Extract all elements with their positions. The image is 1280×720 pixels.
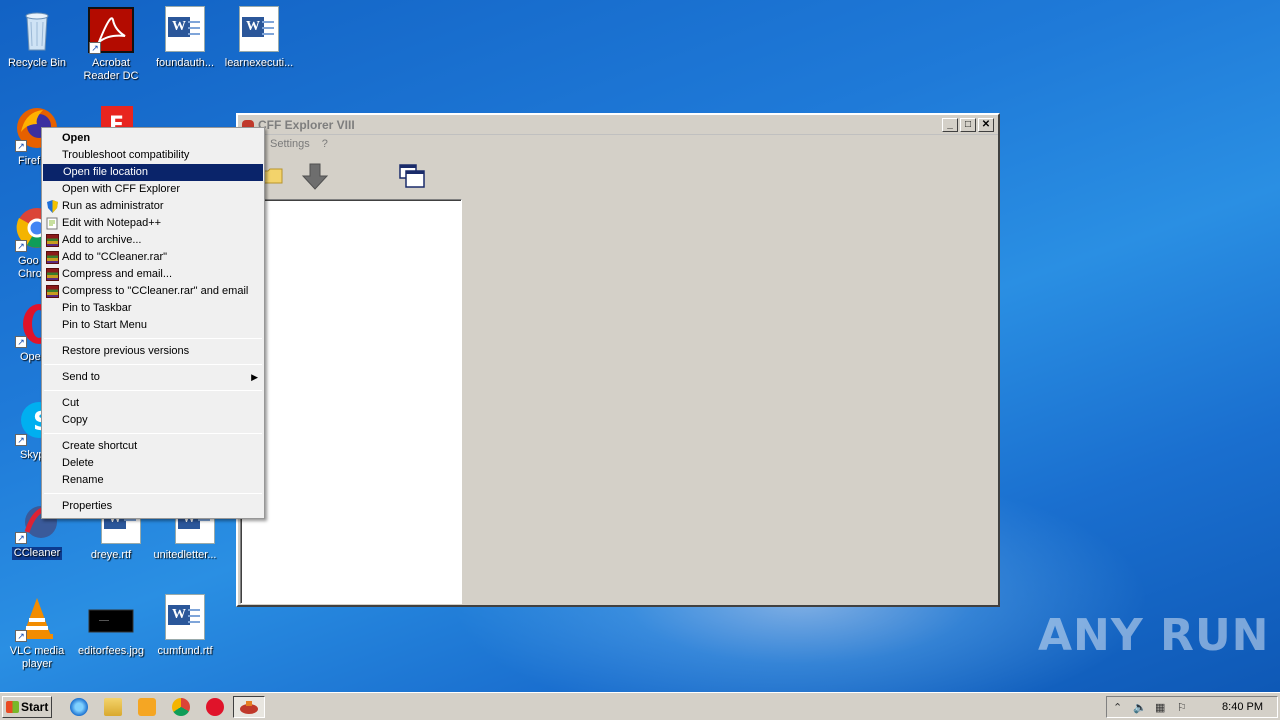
desktop-icon-acrobat[interactable]: ↗ Acrobat Reader DC	[74, 6, 148, 83]
winrar-icon	[46, 251, 59, 264]
media-player-icon[interactable]	[138, 698, 156, 716]
desktop-icon-label: editorfees.jpg	[77, 645, 145, 657]
cff-explorer-taskbar-button[interactable]	[233, 696, 265, 718]
windows-cascade-icon[interactable]	[398, 161, 428, 191]
shortcut-arrow-icon: ↗	[89, 42, 101, 54]
winrar-icon	[46, 285, 59, 298]
desktop-icon-label: dreye.rtf	[90, 549, 132, 561]
desktop-icon-label: cumfund.rtf	[157, 645, 213, 657]
shortcut-arrow-icon: ↗	[15, 434, 27, 446]
vlc-icon: ↗	[13, 594, 61, 642]
shortcut-arrow-icon: ↗	[15, 532, 27, 544]
menu-separator	[44, 493, 262, 494]
file-tree-pane[interactable]	[240, 199, 462, 604]
windows-flag-icon	[6, 701, 19, 713]
volume-icon[interactable]: 🔈	[1133, 701, 1147, 714]
menu-settings[interactable]: Settings	[270, 138, 310, 155]
shortcut-arrow-icon: ↗	[15, 140, 27, 152]
menu-item-open[interactable]: Open	[42, 130, 264, 147]
document-icon: W	[235, 6, 283, 54]
shortcut-arrow-icon: ↗	[15, 630, 27, 642]
network-icon[interactable]: ▦	[1155, 701, 1165, 714]
shortcut-arrow-icon: ↗	[15, 336, 27, 348]
menu-item-compress-and-email[interactable]: Compress and email...	[42, 266, 264, 283]
document-icon: W	[161, 594, 209, 642]
desktop-icon-label: Recycle Bin	[7, 57, 67, 69]
winrar-icon	[46, 234, 59, 247]
acrobat-icon: ↗	[87, 6, 135, 54]
menu-separator	[44, 338, 262, 339]
window-titlebar[interactable]: CFF Explorer VIII _ □ ✕	[238, 115, 998, 135]
clock[interactable]: 8:40 PM	[1222, 701, 1263, 713]
menu-item-pin-to-taskbar[interactable]: Pin to Taskbar	[42, 300, 264, 317]
toolbar	[238, 155, 998, 195]
desktop-icon-editorfees[interactable]: editorfees.jpg	[74, 594, 148, 658]
download-arrow-icon[interactable]	[300, 162, 330, 192]
menu-item-add-to-ccleaner-rar[interactable]: Add to "CCleaner.rar"	[42, 249, 264, 266]
menu-bar: Settings ?	[238, 135, 998, 155]
file-explorer-icon[interactable]	[104, 698, 122, 716]
taskbar: Start ⌃ 🔈 ▦ ⚐ 8:40 PM	[0, 692, 1280, 720]
menu-item-create-shortcut[interactable]: Create shortcut	[42, 438, 264, 455]
desktop-icon-recycle-bin[interactable]: Recycle Bin	[0, 6, 74, 70]
menu-item-cut[interactable]: Cut	[42, 395, 264, 412]
menu-item-open-with-cff-explorer[interactable]: Open with CFF Explorer	[42, 181, 264, 198]
desktop-icon-cumfund[interactable]: W cumfund.rtf	[148, 594, 222, 658]
desktop-icon-label: Acrobat Reader DC	[83, 57, 139, 82]
menu-item-pin-to-start-menu[interactable]: Pin to Start Menu	[42, 317, 264, 334]
menu-item-rename[interactable]: Rename	[42, 472, 264, 489]
menu-separator	[44, 364, 262, 365]
menu-item-compress-to-rar-and-email[interactable]: Compress to "CCleaner.rar" and email	[42, 283, 264, 300]
desktop-icon-label: foundauth...	[155, 57, 215, 69]
winrar-icon	[46, 268, 59, 281]
action-center-flag-icon[interactable]: ⚐	[1177, 701, 1187, 714]
menu-item-delete[interactable]: Delete	[42, 455, 264, 472]
cff-explorer-window[interactable]: CFF Explorer VIII _ □ ✕ Settings ?	[236, 113, 1000, 607]
image-file-icon	[87, 594, 135, 642]
menu-item-edit-with-notepad-plus-plus[interactable]: Edit with Notepad++	[42, 215, 264, 232]
desktop-icon-learnexecuti[interactable]: W learnexecuti...	[222, 6, 296, 70]
context-menu: Open Troubleshoot compatibility Open fil…	[41, 127, 265, 519]
menu-item-send-to[interactable]: Send to ▶	[42, 369, 264, 386]
cff-explorer-icon	[240, 701, 258, 714]
menu-separator	[44, 390, 262, 391]
anyrun-watermark: ANY RUN	[1038, 610, 1270, 661]
desktop-icon-label: VLC media player	[9, 645, 65, 670]
uac-shield-icon	[47, 200, 58, 213]
system-tray: ⌃ 🔈 ▦ ⚐ 8:40 PM	[1106, 696, 1278, 718]
menu-item-add-to-archive[interactable]: Add to archive...	[42, 232, 264, 249]
menu-item-open-file-location[interactable]: Open file location	[43, 164, 263, 181]
menu-item-run-as-administrator[interactable]: Run as administrator	[42, 198, 264, 215]
submenu-arrow-icon: ▶	[251, 372, 258, 382]
notepad-plus-plus-icon	[46, 217, 58, 230]
menu-help[interactable]: ?	[322, 138, 328, 155]
menu-item-properties[interactable]: Properties	[42, 498, 264, 515]
maximize-button[interactable]: □	[960, 118, 976, 132]
shortcut-arrow-icon: ↗	[15, 240, 27, 252]
show-hidden-icons-icon[interactable]: ⌃	[1113, 701, 1122, 714]
desktop-icon-vlc[interactable]: ↗ VLC media player	[0, 594, 74, 671]
menu-item-restore-previous-versions[interactable]: Restore previous versions	[42, 343, 264, 360]
desktop-icon-label: CCleaner	[11, 547, 63, 560]
menu-item-copy[interactable]: Copy	[42, 412, 264, 429]
desktop-icon-label: unitedletter...	[153, 549, 217, 561]
internet-explorer-icon[interactable]	[70, 698, 88, 716]
recycle-bin-icon	[13, 6, 61, 54]
opera-taskbar-icon[interactable]	[206, 698, 224, 716]
minimize-button[interactable]: _	[942, 118, 958, 132]
close-button[interactable]: ✕	[978, 118, 994, 132]
desktop-icon-label: learnexecuti...	[224, 57, 294, 69]
menu-separator	[44, 433, 262, 434]
start-button[interactable]: Start	[2, 696, 52, 718]
window-title: CFF Explorer VIII	[258, 118, 355, 132]
document-icon: W	[161, 6, 209, 54]
desktop-icon-foundauth[interactable]: W foundauth...	[148, 6, 222, 70]
menu-item-troubleshoot-compatibility[interactable]: Troubleshoot compatibility	[42, 147, 264, 164]
chrome-taskbar-icon[interactable]	[172, 698, 190, 716]
